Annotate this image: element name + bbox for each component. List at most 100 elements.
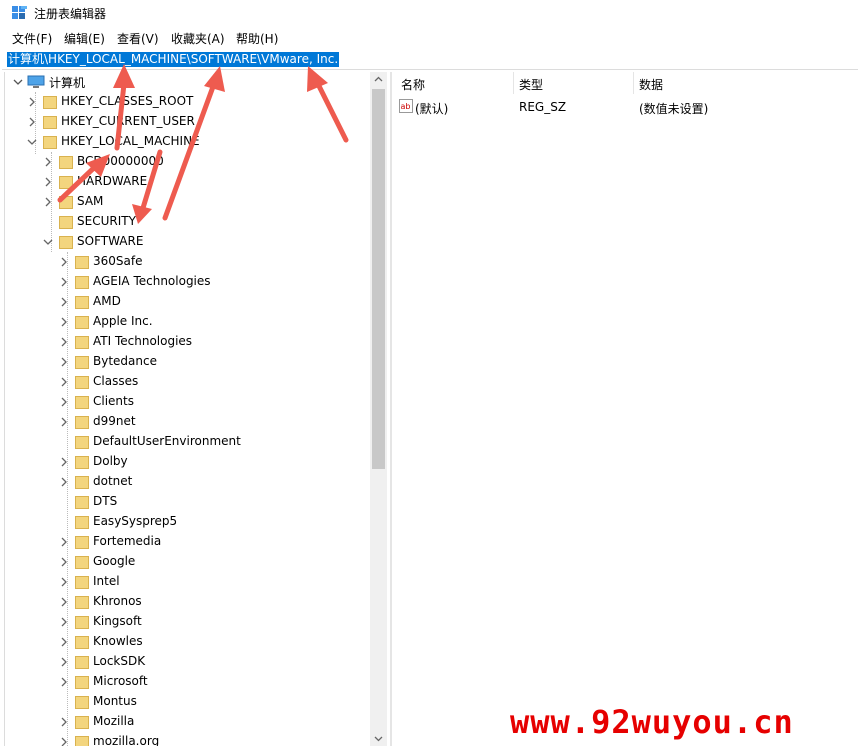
menu-edit[interactable]: 编辑(E) — [64, 30, 105, 47]
tree-item[interactable]: Knowles — [5, 632, 371, 652]
tree-item[interactable]: SOFTWARE — [5, 232, 371, 252]
chevron-right-icon[interactable] — [59, 596, 69, 608]
tree-item[interactable]: Montus — [5, 692, 371, 712]
tree-item[interactable]: EasySysprep5 — [5, 512, 371, 532]
chevron-right-icon[interactable] — [59, 256, 69, 268]
chevron-right-icon[interactable] — [59, 456, 69, 468]
tree-item[interactable]: Bytedance — [5, 352, 371, 372]
chevron-right-icon[interactable] — [59, 276, 69, 288]
tree-item-computer[interactable]: 计算机 — [5, 72, 371, 92]
tree-item[interactable]: HKEY_LOCAL_MACHINE — [5, 132, 371, 152]
column-header-type[interactable]: 类型 — [519, 76, 543, 93]
chevron-right-icon[interactable] — [59, 616, 69, 628]
scrollbar-thumb[interactable] — [372, 89, 385, 469]
tree-item[interactable]: Clients — [5, 392, 371, 412]
column-header-data[interactable]: 数据 — [639, 76, 663, 93]
tree-scrollbar[interactable] — [370, 72, 387, 746]
tree-item[interactable]: 360Safe — [5, 252, 371, 272]
chevron-right-icon[interactable] — [27, 96, 37, 108]
chevron-right-icon[interactable] — [59, 336, 69, 348]
folder-icon — [75, 656, 89, 669]
value-data: (数值未设置) — [639, 102, 709, 116]
chevron-right-icon[interactable] — [59, 556, 69, 568]
chevron-down-icon[interactable] — [43, 236, 53, 248]
tree-item[interactable]: mozilla.org — [5, 732, 371, 746]
title-bar: 注册表编辑器 — [0, 0, 861, 26]
key-tree[interactable]: 计算机 HKEY_CLASSES_ROOT HKEY_CURRENT_USER HK… — [4, 72, 371, 746]
tree-item[interactable]: d99net — [5, 412, 371, 432]
menu-help[interactable]: 帮助(H) — [236, 30, 278, 47]
chevron-right-icon[interactable] — [43, 176, 53, 188]
scroll-up-icon[interactable] — [374, 75, 383, 84]
tree-item[interactable]: SAM — [5, 192, 371, 212]
menu-view[interactable]: 查看(V) — [117, 30, 159, 47]
tree-item[interactable]: AMD — [5, 292, 371, 312]
tree-item[interactable]: Kingsoft — [5, 612, 371, 632]
pane-splitter[interactable] — [390, 72, 392, 746]
folder-icon — [75, 516, 89, 529]
chevron-right-icon[interactable] — [59, 356, 69, 368]
tree-label: SECURITY — [77, 214, 136, 228]
tree-label: mozilla.org — [93, 734, 160, 746]
chevron-right-icon[interactable] — [59, 536, 69, 548]
chevron-down-icon[interactable] — [27, 136, 37, 148]
tree-item[interactable]: Dolby — [5, 452, 371, 472]
column-divider[interactable] — [513, 72, 514, 94]
chevron-right-icon[interactable] — [59, 636, 69, 648]
chevron-right-icon[interactable] — [59, 476, 69, 488]
tree-item[interactable]: DefaultUserEnvironment — [5, 432, 371, 452]
tree-item[interactable]: Fortemedia — [5, 532, 371, 552]
folder-icon — [43, 96, 57, 109]
tree-item[interactable]: SECURITY — [5, 212, 371, 232]
chevron-right-icon[interactable] — [59, 296, 69, 308]
tree-item[interactable]: DTS — [5, 492, 371, 512]
tree-item[interactable]: AGEIA Technologies — [5, 272, 371, 292]
window-title: 注册表编辑器 — [34, 7, 107, 21]
chevron-right-icon[interactable] — [59, 736, 69, 746]
address-bar[interactable]: 计算机\HKEY_LOCAL_MACHINE\SOFTWARE\VMware, … — [2, 49, 858, 70]
chevron-right-icon[interactable] — [59, 656, 69, 668]
tree-item[interactable]: Apple Inc. — [5, 312, 371, 332]
chevron-right-icon[interactable] — [43, 156, 53, 168]
tree-item[interactable]: HKEY_CLASSES_ROOT — [5, 92, 371, 112]
column-divider[interactable] — [633, 72, 634, 94]
tree-item[interactable]: Google — [5, 552, 371, 572]
chevron-right-icon[interactable] — [59, 676, 69, 688]
tree-label: 360Safe — [93, 254, 143, 268]
tree-item[interactable]: Khronos — [5, 592, 371, 612]
scroll-down-icon[interactable] — [374, 734, 383, 743]
tree-item[interactable]: Microsoft — [5, 672, 371, 692]
values-list[interactable]: 名称 类型 数据 ab (默认) REG_SZ (数值未设置) — [393, 72, 861, 746]
chevron-down-icon[interactable] — [13, 76, 23, 88]
folder-icon — [75, 356, 89, 369]
chevron-right-icon[interactable] — [59, 416, 69, 428]
chevron-right-icon[interactable] — [59, 716, 69, 728]
chevron-right-icon[interactable] — [59, 376, 69, 388]
tree-item[interactable]: Mozilla — [5, 712, 371, 732]
value-row[interactable]: ab (默认) REG_SZ (数值未设置) — [393, 98, 861, 118]
folder-icon — [75, 416, 89, 429]
column-header-name[interactable]: 名称 — [401, 76, 425, 93]
chevron-right-icon[interactable] — [59, 316, 69, 328]
address-text[interactable]: 计算机\HKEY_LOCAL_MACHINE\SOFTWARE\VMware, … — [7, 52, 340, 67]
menu-favorites[interactable]: 收藏夹(A) — [171, 30, 225, 47]
chevron-right-icon[interactable] — [43, 196, 53, 208]
tree-item[interactable]: BCD00000000 — [5, 152, 371, 172]
tree-item[interactable]: LockSDK — [5, 652, 371, 672]
tree-item[interactable]: Intel — [5, 572, 371, 592]
chevron-right-icon[interactable] — [27, 116, 37, 128]
tree-label: Fortemedia — [93, 534, 162, 548]
folder-icon — [75, 476, 89, 489]
chevron-right-icon[interactable] — [59, 576, 69, 588]
tree-label: DefaultUserEnvironment — [93, 434, 241, 448]
tree-label: HKEY_CURRENT_USER — [61, 114, 195, 128]
tree-item[interactable]: Classes — [5, 372, 371, 392]
folder-icon — [75, 276, 89, 289]
tree-item[interactable]: ATI Technologies — [5, 332, 371, 352]
tree-label: AMD — [93, 294, 121, 308]
tree-item[interactable]: HARDWARE — [5, 172, 371, 192]
tree-item[interactable]: dotnet — [5, 472, 371, 492]
menu-file[interactable]: 文件(F) — [12, 30, 52, 47]
tree-item[interactable]: HKEY_CURRENT_USER — [5, 112, 371, 132]
chevron-right-icon[interactable] — [59, 396, 69, 408]
